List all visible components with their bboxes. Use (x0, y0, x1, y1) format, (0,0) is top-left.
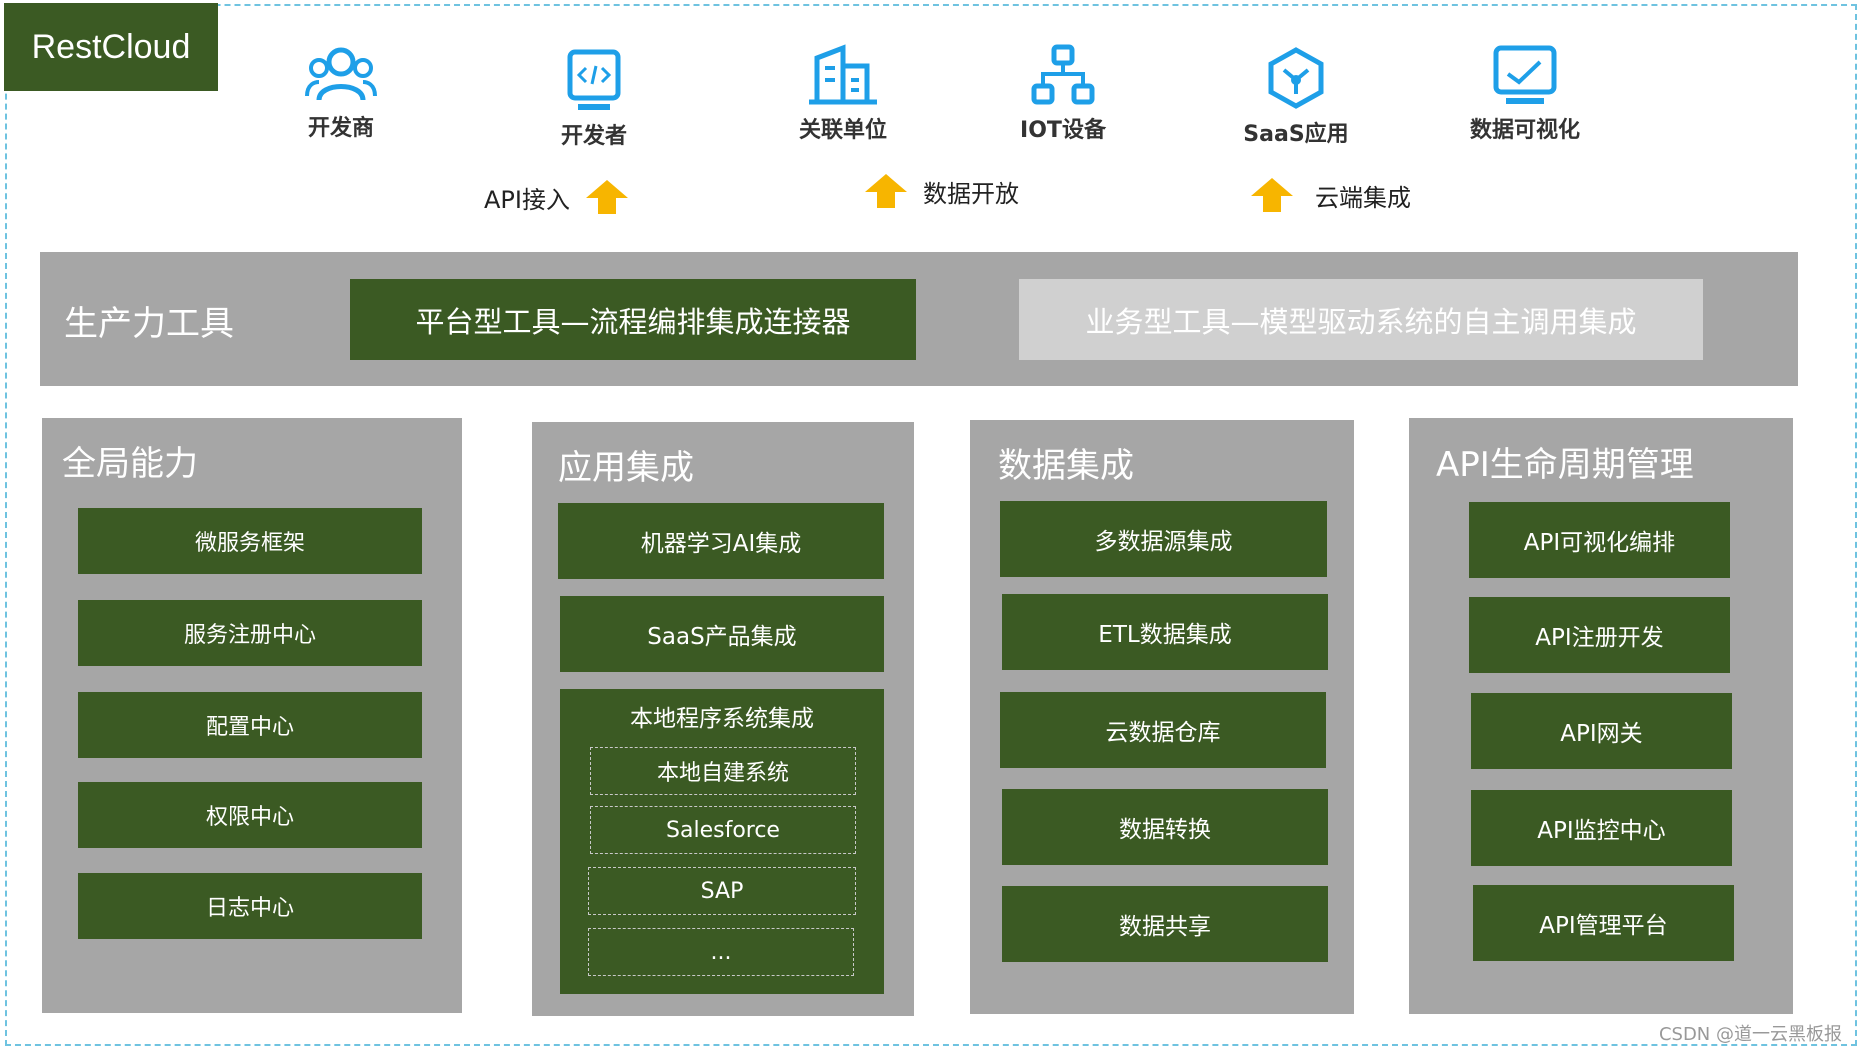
cube-hub-icon (1268, 47, 1324, 109)
code-window-icon (567, 49, 621, 110)
flow-label: 数据开放 (923, 179, 1019, 208)
data-item: ETL数据集成 (1002, 594, 1328, 670)
flow-api-access: API接入 (484, 178, 630, 216)
global-item: 日志中心 (78, 873, 422, 939)
data-item: 云数据仓库 (1000, 692, 1326, 768)
role-label: 数据可视化 (1469, 118, 1580, 143)
role-saas-app: SaaS应用 (1226, 46, 1366, 148)
column-title: 数据集成 (998, 446, 1134, 486)
flow-label: API接入 (484, 185, 570, 214)
role-affiliate: 关联单位 (773, 44, 913, 144)
local-integration-title: 本地程序系统集成 (630, 706, 814, 732)
watermark: CSDN @道一云黑板报 (1658, 1024, 1842, 1045)
column-title: 应用集成 (558, 448, 694, 488)
flow-data-open: 数据开放 (863, 172, 1019, 210)
api-item: API网关 (1471, 693, 1732, 769)
business-tool-box: 业务型工具—模型驱动系统的自主调用集成 (1019, 279, 1703, 360)
role-label: IOT设备 (1020, 118, 1106, 143)
flow-label: 云端集成 (1315, 183, 1411, 212)
network-tree-icon (1031, 44, 1095, 105)
up-arrow-icon (1251, 178, 1293, 212)
api-item: API监控中心 (1471, 790, 1732, 866)
data-item: 多数据源集成 (1000, 501, 1327, 577)
global-item: 权限中心 (78, 782, 422, 848)
global-item: 微服务框架 (78, 508, 422, 574)
platform-tool-box: 平台型工具—流程编排集成连接器 (350, 279, 916, 360)
up-arrow-icon (585, 180, 628, 214)
app-item: SaaS产品集成 (560, 596, 884, 672)
role-developer: 开发者 (524, 48, 664, 150)
brand-logo: RestCloud (4, 3, 218, 91)
column-title: 全局能力 (62, 444, 198, 484)
role-iot-device: IOT设备 (993, 44, 1133, 144)
data-item: 数据共享 (1002, 886, 1328, 962)
role-label: 开发者 (560, 124, 627, 149)
local-subitem: SAP (588, 867, 856, 915)
role-label: 开发商 (307, 116, 374, 141)
flow-cloud-integration: 云端集成 (1249, 176, 1411, 214)
productivity-title: 生产力工具 (64, 304, 234, 344)
api-item: API管理平台 (1473, 885, 1734, 961)
global-item: 服务注册中心 (78, 600, 422, 666)
local-subitem: Salesforce (590, 806, 856, 854)
local-subitem: ... (588, 928, 854, 976)
chart-monitor-icon (1493, 45, 1557, 104)
users-icon (305, 47, 377, 101)
local-subitem: 本地自建系统 (590, 747, 856, 795)
role-data-visualization: 数据可视化 (1455, 44, 1595, 144)
data-item: 数据转换 (1002, 789, 1328, 865)
role-label: 关联单位 (798, 118, 887, 143)
role-developer-vendor: 开发商 (271, 44, 411, 142)
api-item: API注册开发 (1469, 597, 1730, 673)
app-item: 机器学习AI集成 (558, 503, 884, 579)
global-item: 配置中心 (78, 692, 422, 758)
building-icon (809, 44, 877, 105)
up-arrow-icon (865, 174, 907, 208)
role-label: SaaS应用 (1243, 122, 1349, 147)
api-item: API可视化编排 (1469, 502, 1730, 578)
column-title: API生命周期管理 (1436, 445, 1694, 485)
